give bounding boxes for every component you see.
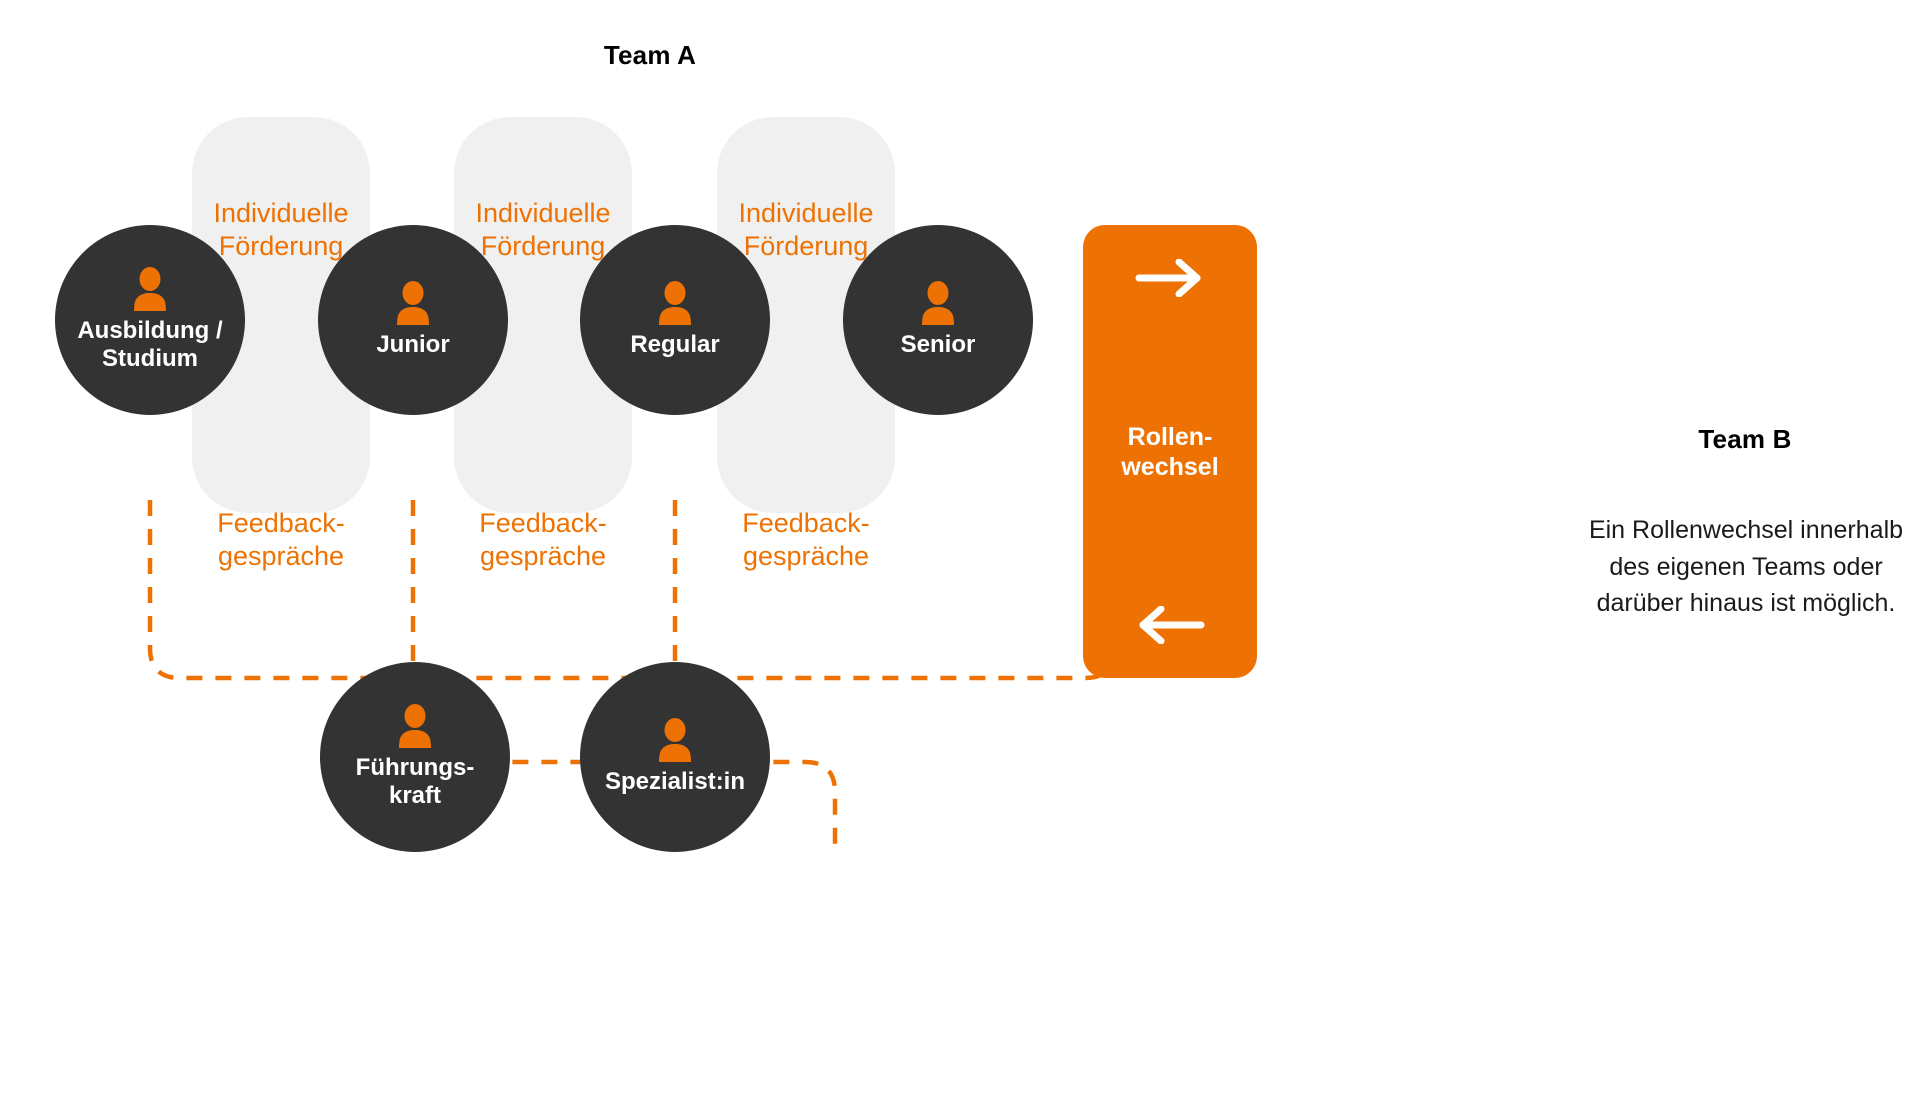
team-b-title: Team B <box>1698 424 1792 454</box>
team-b-description: Ein Rollenwechsel innerhalb des eigenen … <box>1588 516 1904 617</box>
role-node-junior[interactable]: Junior <box>318 225 508 415</box>
diagram-canvas: Team A Individuelle Förderung Feedback- … <box>0 0 1920 1114</box>
role-node-label: Junior <box>376 330 450 358</box>
person-icon <box>659 280 691 325</box>
role-node-ausbildung[interactable]: Ausbildung / Studium <box>55 225 245 415</box>
role-node-senior[interactable]: Senior <box>843 225 1033 415</box>
person-icon <box>659 717 691 762</box>
role-node-label: Senior <box>900 330 976 358</box>
role-node-spezialist[interactable]: Spezialist:in <box>580 662 770 852</box>
arrow-left-icon <box>1139 606 1205 644</box>
team-a-title: Team A <box>603 40 697 70</box>
person-icon <box>922 280 954 325</box>
person-icon <box>397 280 429 325</box>
role-node-label: Spezialist:in <box>604 767 746 795</box>
role-node-label: Regular <box>630 330 720 358</box>
arrow-right-icon <box>1135 259 1201 297</box>
panel-2-bottom-label: Feedback- gespräche <box>479 508 607 571</box>
person-icon <box>134 266 166 311</box>
panel-3-bottom-label: Feedback- gespräche <box>742 508 870 571</box>
person-icon <box>399 703 431 748</box>
role-node-label: Ausbildung / Studium <box>77 316 223 372</box>
role-node-label: Führungs- kraft <box>355 753 475 809</box>
role-switch-box[interactable]: Rollen- wechsel <box>1083 225 1257 678</box>
role-node-regular[interactable]: Regular <box>580 225 770 415</box>
role-node-fuehrungskraft[interactable]: Führungs- kraft <box>320 662 510 852</box>
panel-1-bottom-label: Feedback- gespräche <box>217 508 345 571</box>
role-switch-label: Rollen- wechsel <box>1121 422 1219 481</box>
